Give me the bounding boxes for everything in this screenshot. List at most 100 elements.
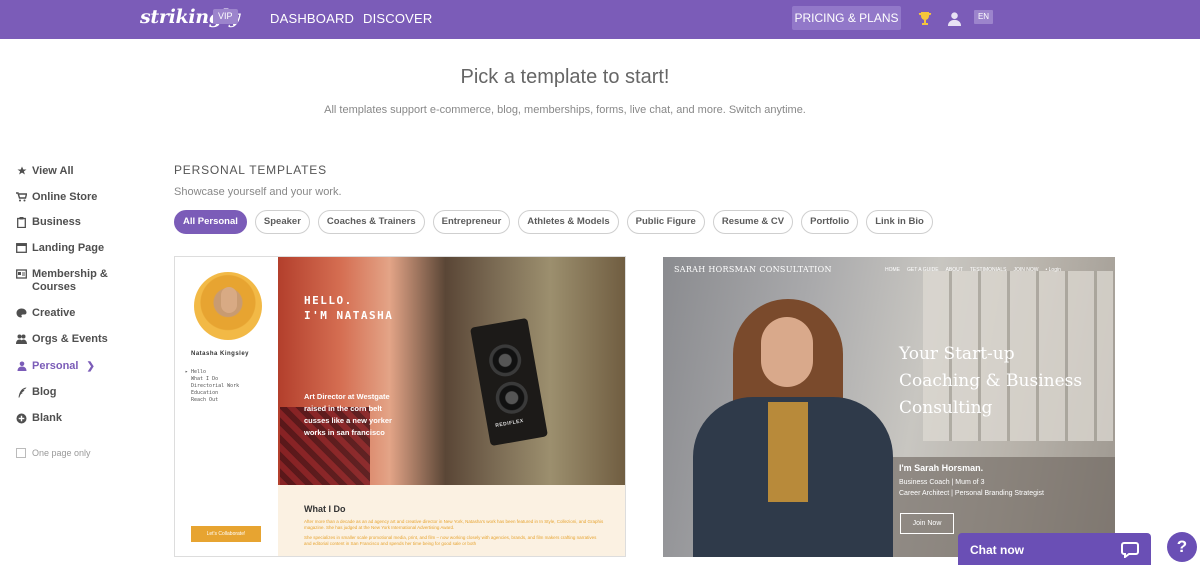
star-icon	[16, 165, 27, 177]
clipboard-icon	[16, 216, 27, 228]
section-subtitle: Showcase yourself and your work.	[174, 186, 342, 198]
section-title: PERSONAL TEMPLATES	[174, 163, 327, 177]
sidebar-item-view-all[interactable]: View All	[16, 165, 74, 178]
sidebar-item-online-store[interactable]: Online Store	[16, 191, 97, 204]
chevron-right-icon: ❯	[86, 361, 95, 372]
vip-badge: VIP	[213, 9, 238, 24]
user-icon[interactable]	[945, 9, 963, 27]
person-shirt	[768, 402, 808, 502]
camera-lens	[493, 379, 531, 417]
blurb-line: works in san francisco	[304, 428, 385, 437]
people-icon	[16, 333, 27, 345]
person-icon	[16, 360, 27, 372]
headline-line: Your Start-up	[899, 344, 1015, 364]
template-hello-heading: HELLO. I'M NATASHA	[304, 293, 393, 323]
card-icon	[16, 268, 27, 280]
template-blurb: Art Director at Westgate raised in the c…	[304, 391, 392, 439]
chat-bubble-icon	[1121, 542, 1139, 559]
chat-now-widget[interactable]: Chat now	[958, 533, 1151, 565]
headline-line: Consulting	[899, 398, 993, 418]
filter-resume-cv[interactable]: Resume & CV	[712, 210, 794, 234]
sidebar-item-label: Orgs & Events	[32, 333, 108, 345]
sidebar-item-blank[interactable]: Blank	[16, 412, 62, 425]
template-menu-item: ▸ Hello	[185, 369, 207, 375]
nav-dashboard-link[interactable]: DASHBOARD	[270, 11, 354, 26]
role-line: Business Coach | Mum of 3	[899, 479, 985, 486]
trophy-icon[interactable]	[916, 9, 934, 27]
filter-speaker[interactable]: Speaker	[254, 210, 310, 234]
blurb-line: raised in the corn belt	[304, 404, 382, 413]
hello-line: HELLO.	[304, 294, 353, 307]
page-title: Pick a template to start!	[460, 66, 670, 88]
template-join-button: Join Now	[900, 513, 954, 534]
sidebar-item-personal[interactable]: Personal ❯	[16, 360, 95, 373]
template-nav-item: TESTIMONIALS	[969, 267, 1007, 273]
filter-public-figure[interactable]: Public Figure	[626, 210, 705, 234]
pricing-plans-button[interactable]: PRICING & PLANS	[792, 6, 901, 30]
template-nav-item: HOME	[885, 267, 900, 273]
body-paragraph: After more than a decade as an ad agency…	[304, 519, 604, 530]
filter-entrepreneur[interactable]: Entrepreneur	[432, 210, 511, 234]
window-icon	[16, 242, 27, 254]
page-subtitle: All templates support e-commerce, blog, …	[324, 104, 806, 116]
sidebar-item-label: Online Store	[32, 191, 98, 203]
filter-coaches-trainers[interactable]: Coaches & Trainers	[317, 210, 425, 234]
sidebar-item-label: View All	[32, 165, 74, 177]
person-face	[761, 317, 813, 387]
template-headline: Your Start-up Coaching & Business Consul…	[899, 341, 1082, 422]
filter-chips: All Personal Speaker Coaches & Trainers …	[174, 210, 941, 234]
sidebar-item-creative[interactable]: Creative	[16, 307, 75, 320]
top-nav-bar: strikingly VIP DASHBOARD DISCOVER PRICIN…	[0, 0, 1200, 39]
sidebar-item-business[interactable]: Business	[16, 216, 81, 229]
template-what-i-do-section: What I Do After more than a decade as an…	[278, 485, 625, 556]
what-i-do-body: After more than a decade as an ad agency…	[304, 519, 604, 547]
filter-link-in-bio[interactable]: Link in Bio	[866, 210, 933, 234]
role-line: Career Architect | Personal Branding Str…	[899, 490, 1045, 497]
language-selector[interactable]: EN	[974, 10, 993, 24]
template-roles: Business Coach | Mum of 3 Career Archite…	[899, 477, 1044, 499]
one-page-only-label: One page only	[32, 448, 91, 458]
cart-icon	[16, 191, 27, 203]
template-cta-button: Let's Collaborate!	[191, 526, 261, 542]
template-menu-item: What I Do	[191, 376, 219, 382]
chat-now-label: Chat now	[970, 543, 1024, 557]
template-card-sarah[interactable]: SARAH HORSMAN CONSULTATION HOME GET A GU…	[663, 257, 1115, 557]
template-sidebar: Natasha Kingsley ▸ Hello What I Do Direc…	[175, 257, 278, 556]
template-menu-item: Reach Out	[191, 397, 219, 403]
headline-line: Coaching & Business	[899, 371, 1083, 391]
sidebar-item-membership-courses[interactable]: Membership & Courses	[16, 268, 126, 294]
sidebar-item-label: Landing Page	[32, 242, 105, 254]
sidebar-item-landing-page[interactable]: Landing Page	[16, 242, 104, 255]
filter-athletes-models[interactable]: Athletes & Models	[518, 210, 619, 234]
template-nav-item: GET A GUIDE	[907, 267, 939, 273]
sidebar-item-label: Blog	[32, 386, 57, 398]
sidebar-item-orgs-events[interactable]: Orgs & Events	[16, 333, 108, 346]
filter-portfolio[interactable]: Portfolio	[801, 210, 859, 234]
nav-discover-link[interactable]: DISCOVER	[363, 11, 433, 26]
palette-icon	[16, 307, 27, 319]
sidebar-item-label: Business	[32, 216, 81, 228]
template-menu-item: Directorial Work	[191, 383, 240, 389]
sidebar-item-label: Personal	[32, 360, 79, 372]
sidebar-item-label: Creative	[32, 307, 76, 319]
sidebar-item-blog[interactable]: Blog	[16, 386, 56, 399]
blurb-line: cusses like a new yorker	[304, 416, 392, 425]
one-page-only-option[interactable]: One page only	[16, 448, 91, 458]
template-menu: ▸ Hello What I Do Directorial Work Educa…	[185, 369, 239, 404]
template-menu-item: Education	[191, 390, 219, 396]
template-nav: HOME GET A GUIDE ABOUT TESTIMONIALS JOIN…	[885, 267, 1068, 273]
camera-brand: REDIFLEX	[494, 418, 525, 429]
plus-circle-icon	[16, 412, 27, 424]
sidebar-item-label: Membership & Courses	[32, 268, 108, 293]
body-paragraph: She specializes in smaller scale promoti…	[304, 535, 597, 546]
one-page-only-checkbox[interactable]	[16, 448, 26, 458]
template-card-natasha[interactable]: Natasha Kingsley ▸ Hello What I Do Direc…	[174, 256, 626, 557]
help-button[interactable]: ?	[1167, 532, 1197, 562]
template-intro: I'm Sarah Horsman.	[899, 463, 984, 473]
template-nav-item: JOIN NOW	[1013, 267, 1039, 273]
hello-line: I'M NATASHA	[304, 309, 394, 322]
filter-all-personal[interactable]: All Personal	[174, 210, 247, 234]
template-person-name: Natasha Kingsley	[191, 351, 250, 357]
template-nav-item: • Login	[1045, 267, 1061, 273]
sidebar-item-label: Blank	[32, 412, 62, 424]
